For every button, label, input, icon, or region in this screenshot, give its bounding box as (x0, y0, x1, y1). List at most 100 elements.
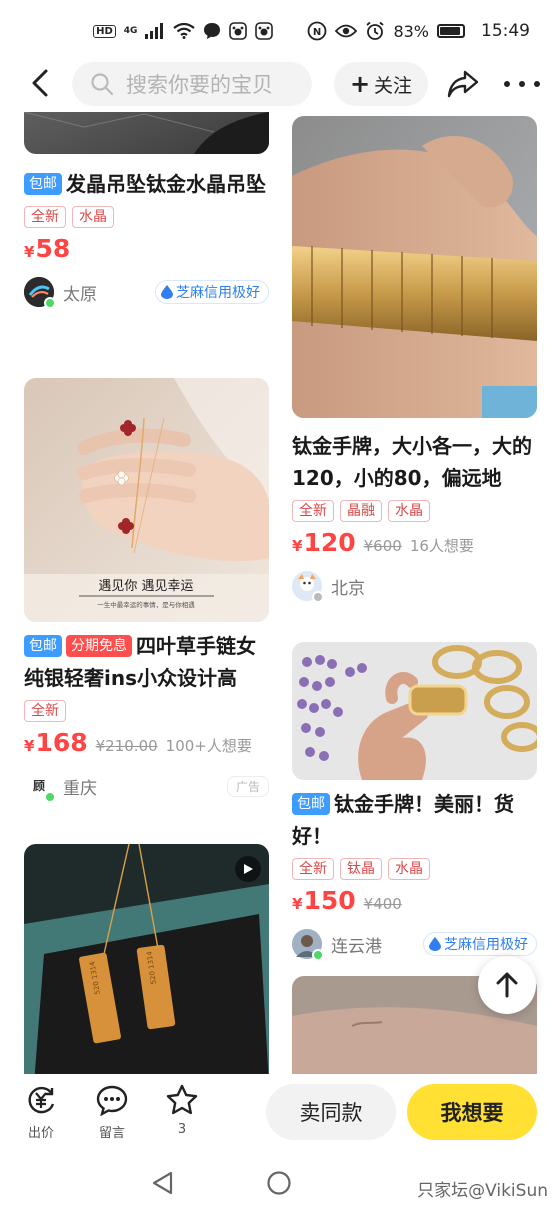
more-dot-icon (534, 81, 540, 87)
product-title[interactable]: 包邮 分期免息 四叶草手链女纯银轻奢ins小众设计高 (24, 630, 269, 694)
more-button[interactable] (504, 68, 540, 100)
battery-percent: 83% (393, 21, 429, 41)
water-drop-icon (161, 285, 173, 299)
product-image[interactable] (292, 116, 537, 418)
product-feed[interactable]: 包邮 发晶吊坠钛金水晶吊坠 全新 水晶 ¥58 太原 芝麻信用极好 钛金手牌，大… (0, 112, 560, 1074)
want-button[interactable]: 我想要 (407, 1084, 537, 1140)
back-button[interactable] (26, 68, 56, 98)
follow-label: 关注 (374, 74, 413, 97)
tag: 水晶 (388, 858, 430, 880)
bottom-action-bar: 出价 留言 3 卖同款 我想要 (0, 1074, 560, 1156)
tag-list: 全新 水晶 (24, 206, 269, 228)
comment-icon (96, 1085, 128, 1116)
original-price: ¥400 (363, 895, 402, 913)
tag-list: 全新 钛晶 水晶 (292, 858, 537, 880)
price-row: ¥120 ¥600 16人想要 (292, 528, 537, 557)
original-price: ¥210.00 (95, 737, 158, 755)
tag: 晶融 (340, 500, 382, 522)
share-icon (447, 70, 479, 98)
network-type: 4G (123, 25, 138, 36)
signal-icon (145, 23, 164, 39)
tag: 全新 (24, 206, 66, 228)
seller-row[interactable]: 顾 重庆 广告 (24, 769, 269, 803)
favorite-button[interactable]: 3 (162, 1084, 202, 1137)
battery-icon (437, 24, 465, 38)
plus-icon: + (349, 70, 371, 98)
tag: 全新 (292, 500, 334, 522)
price-row: ¥58 (24, 234, 269, 263)
more-dot-icon (504, 81, 510, 87)
seller-city: 连云港 (331, 936, 382, 957)
image-subcaption: 一生中最幸运的事情，是与你相遇 (97, 600, 195, 609)
product-title-text: 发晶吊坠钛金水晶吊坠 (66, 172, 266, 196)
watermark: 只家坛@VikiSun (417, 1181, 548, 1201)
star-icon (166, 1084, 198, 1115)
avatar[interactable]: 顾 (24, 771, 56, 803)
tag: 水晶 (72, 206, 114, 228)
tag: 全新 (24, 700, 66, 722)
comment-button[interactable]: 留言 (92, 1084, 132, 1141)
avatar[interactable] (24, 277, 56, 309)
seller-city: 重庆 (63, 778, 97, 799)
sell-same-button[interactable]: 卖同款 (266, 1084, 396, 1140)
product-card[interactable]: 520 1314 520 1314 (24, 844, 269, 1074)
ad-label: 广告 (226, 775, 269, 797)
arrow-up-icon (496, 972, 518, 998)
app-icon (229, 22, 248, 40)
system-nav-bar: 只家坛@VikiSun (0, 1156, 560, 1212)
price: ¥150 (292, 886, 356, 915)
nav-home-icon[interactable] (266, 1170, 292, 1196)
seller-row[interactable]: 北京 (292, 569, 537, 603)
search-placeholder: 搜索你要的宝贝 (126, 73, 273, 97)
product-image[interactable]: 遇见你 遇见幸运 一生中最幸运的事情，是与你相遇 (24, 378, 269, 622)
product-card[interactable]: 包邮 钛金手牌！美丽！货好！ 全新 钛晶 水晶 ¥150 ¥400 连云港 芝麻信… (292, 642, 537, 961)
online-dot (44, 297, 56, 309)
product-image[interactable] (24, 112, 269, 154)
product-card[interactable]: 遇见你 遇见幸运 一生中最幸运的事情，是与你相遇 包邮 分期免息 四叶草手链女纯银轻… (24, 378, 269, 803)
favorite-count: 3 (177, 1122, 187, 1137)
scroll-top-button[interactable] (478, 956, 536, 1014)
free-shipping-badge: 包邮 (24, 635, 62, 657)
free-shipping-badge: 包邮 (24, 173, 62, 195)
seller-city: 太原 (63, 284, 97, 305)
free-shipping-badge: 包邮 (292, 793, 330, 815)
product-card[interactable]: 包邮 发晶吊坠钛金水晶吊坠 全新 水晶 ¥58 太原 芝麻信用极好 (24, 112, 269, 309)
offline-dot (312, 591, 324, 603)
wifi-icon (173, 23, 196, 39)
bid-button[interactable]: 出价 (21, 1084, 61, 1141)
product-title[interactable]: 包邮 发晶吊坠钛金水晶吊坠 (24, 168, 269, 200)
image-caption: 遇见你 遇见幸运 (98, 579, 193, 594)
video-play-icon (235, 856, 261, 882)
water-drop-icon (429, 937, 441, 951)
product-title[interactable]: 钛金手牌，大小各一，大的120，小的80，偏远地 (292, 430, 537, 494)
price: ¥58 (24, 234, 71, 263)
product-card[interactable]: 钛金手牌，大小各一，大的120，小的80，偏远地 全新 晶融 水晶 ¥120 ¥… (292, 116, 537, 603)
svg-text:N: N (313, 27, 321, 38)
tag: 水晶 (388, 500, 430, 522)
avatar[interactable] (292, 929, 324, 961)
installment-badge: 分期免息 (66, 635, 132, 657)
product-image[interactable] (292, 642, 537, 780)
online-dot (44, 791, 56, 803)
price-row: ¥168 ¥210.00 100+人想要 (24, 728, 269, 757)
seller-row[interactable]: 太原 芝麻信用极好 (24, 275, 269, 309)
bid-label: 出价 (27, 1126, 54, 1141)
online-dot (312, 949, 324, 961)
follow-button[interactable]: + 关注 (334, 62, 428, 106)
avatar[interactable] (292, 571, 324, 603)
comment-label: 留言 (98, 1126, 125, 1141)
tag: 全新 (292, 858, 334, 880)
product-title[interactable]: 包邮 钛金手牌！美丽！货好！ (292, 788, 537, 852)
app-icon-2 (255, 22, 274, 40)
svg-text:顾: 顾 (33, 778, 45, 793)
search-input[interactable]: 搜索你要的宝贝 (72, 62, 312, 106)
want-count: 16人想要 (409, 537, 474, 555)
share-button[interactable] (446, 68, 480, 100)
want-count: 100+人想要 (165, 737, 252, 755)
original-price: ¥600 (363, 537, 402, 555)
more-dot-icon (519, 81, 525, 87)
product-image[interactable]: 520 1314 520 1314 (24, 844, 269, 1074)
nav-back-icon[interactable] (150, 1170, 176, 1196)
price: ¥120 (292, 528, 356, 557)
clock: 15:49 (481, 21, 530, 41)
